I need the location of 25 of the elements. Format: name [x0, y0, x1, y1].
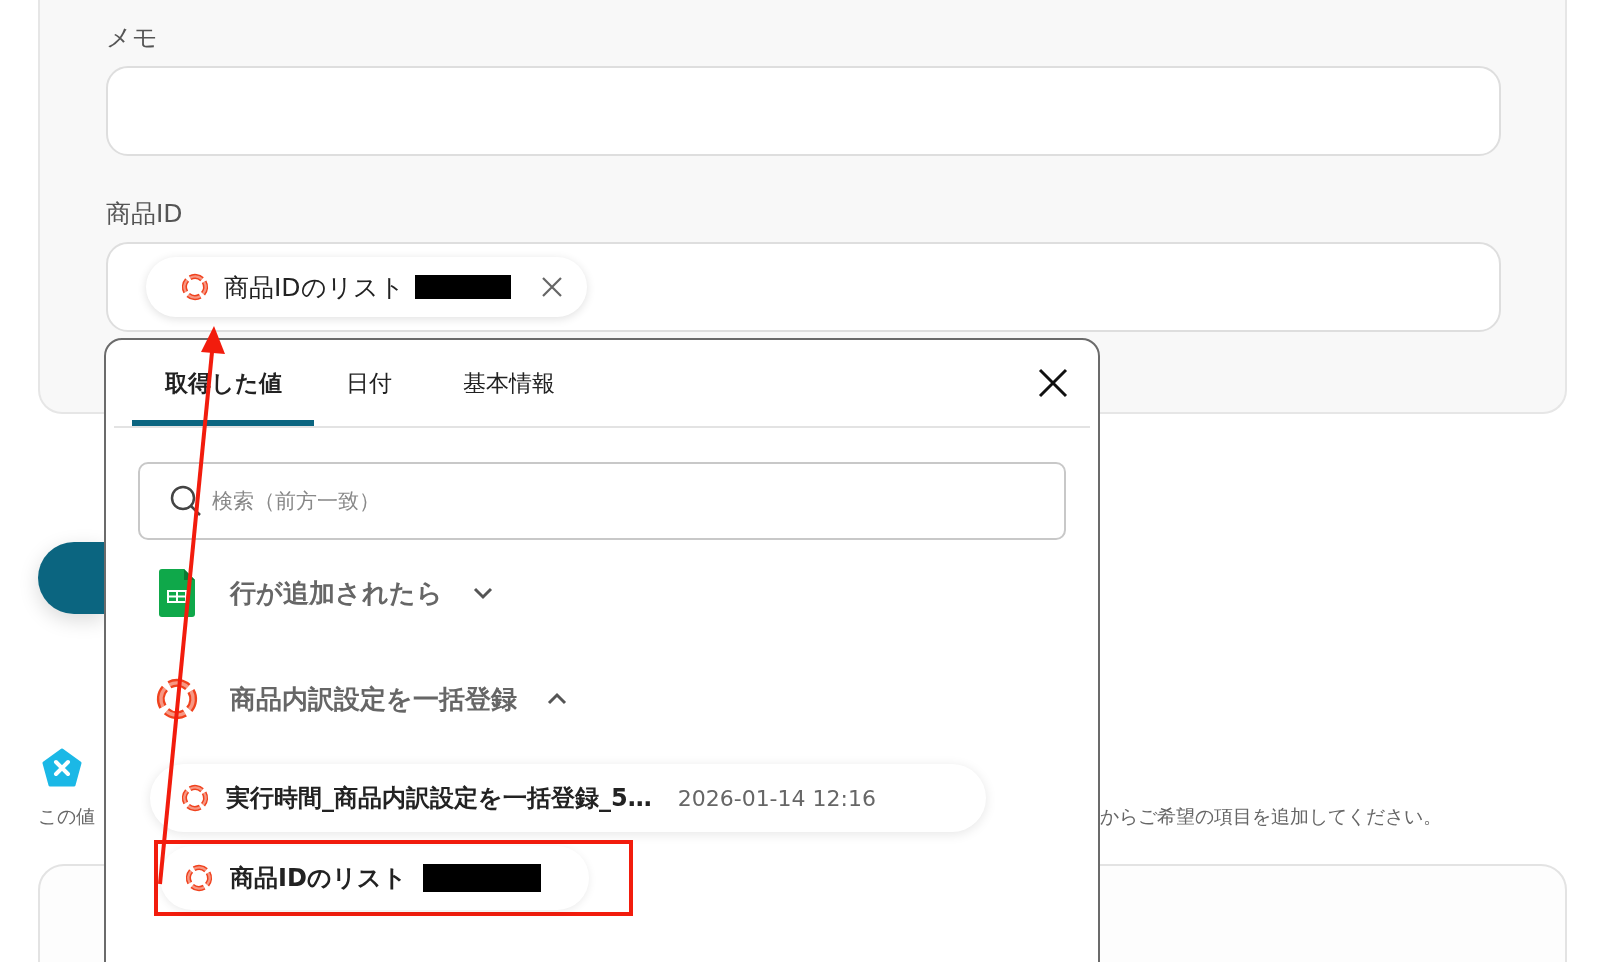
- primary-button[interactable]: [38, 542, 104, 614]
- value-chip[interactable]: 商品IDのリスト: [146, 257, 587, 317]
- close-icon[interactable]: [1038, 368, 1068, 398]
- lifebuoy-icon: [180, 272, 210, 302]
- item-label: 実行時間_商品内訳設定を一括登録_5…: [226, 783, 652, 814]
- search-field[interactable]: 検索（前方一致）: [138, 462, 1066, 540]
- x-badge-icon: [42, 748, 82, 788]
- item-label: 商品IDのリスト: [230, 863, 407, 894]
- group-title[interactable]: 行が追加されたら: [230, 575, 443, 611]
- lifebuoy-icon: [184, 863, 214, 893]
- value-item[interactable]: 実行時間_商品内訳設定を一括登録_5… 2026-01-14 12:16: [150, 764, 986, 832]
- lifebuoy-icon: [180, 783, 210, 813]
- group-title[interactable]: 商品内訳設定を一括登録: [230, 681, 517, 717]
- memo-field[interactable]: [106, 66, 1501, 156]
- item-value: 2026-01-14 12:16: [677, 785, 876, 811]
- hint-text: この値: [38, 804, 95, 829]
- field-label: メモ: [106, 22, 159, 54]
- tab[interactable]: 日付: [314, 340, 424, 426]
- tab[interactable]: 基本情報: [424, 340, 594, 426]
- field-label: 商品ID: [106, 198, 184, 230]
- search-icon: [170, 485, 202, 517]
- hint-text: からご希望の項目を追加してください。: [1100, 804, 1442, 829]
- lifebuoy-icon: [154, 676, 200, 722]
- value-item[interactable]: 商品IDのリスト: [160, 846, 589, 910]
- product-id-field[interactable]: 商品IDのリスト: [106, 242, 1501, 332]
